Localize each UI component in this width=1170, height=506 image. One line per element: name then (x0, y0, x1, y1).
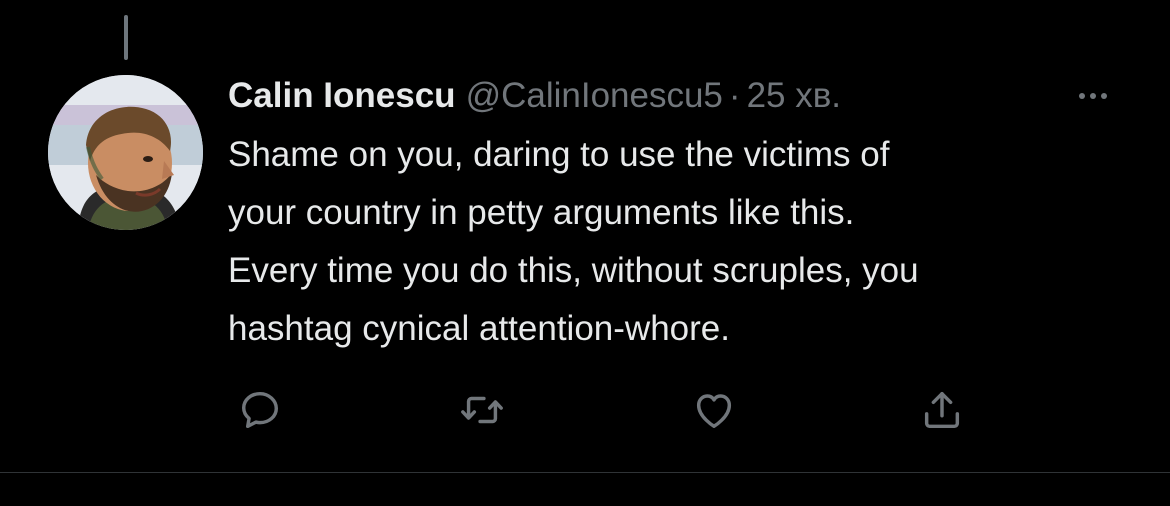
avatar-image (48, 75, 203, 230)
like-button[interactable] (684, 380, 744, 440)
tweet-text-line: Shame on you, daring to use the victims … (228, 135, 890, 174)
avatar[interactable] (48, 75, 203, 230)
more-dot-icon (1079, 93, 1085, 99)
timestamp[interactable]: 25 хв. (747, 76, 841, 115)
reply-icon (241, 391, 279, 429)
thread-connector-line (124, 15, 128, 60)
user-handle[interactable]: @CalinIonescu5 (466, 76, 723, 115)
divider (0, 472, 1170, 473)
share-button[interactable] (912, 380, 972, 440)
separator-dot: · (728, 76, 741, 115)
tweet-content: Calin Ionescu @CalinIonescu5 · 25 хв. Shame… (228, 70, 1148, 358)
tweet-text: Shame on you, daring to use the victims … (228, 126, 1138, 358)
tweet-header: Calin Ionescu @CalinIonescu5 · 25 хв. (228, 70, 1148, 122)
heart-icon (696, 394, 732, 429)
tweet-text-line: Every time you do this, without scruples… (228, 251, 919, 290)
more-options-button[interactable] (1070, 76, 1116, 116)
reply-button[interactable] (230, 380, 290, 440)
tweet-actions-bar (0, 380, 1170, 440)
display-name[interactable]: Calin Ionescu (228, 76, 456, 115)
tweet-text-line: hashtag cynical attention-whore. (228, 309, 730, 348)
share-icon (924, 391, 960, 429)
retweet-icon (461, 396, 503, 424)
tweet-text-line: your country in petty arguments like thi… (228, 193, 855, 232)
retweet-button[interactable] (452, 380, 512, 440)
more-dot-icon (1101, 93, 1107, 99)
more-dot-icon (1090, 93, 1096, 99)
